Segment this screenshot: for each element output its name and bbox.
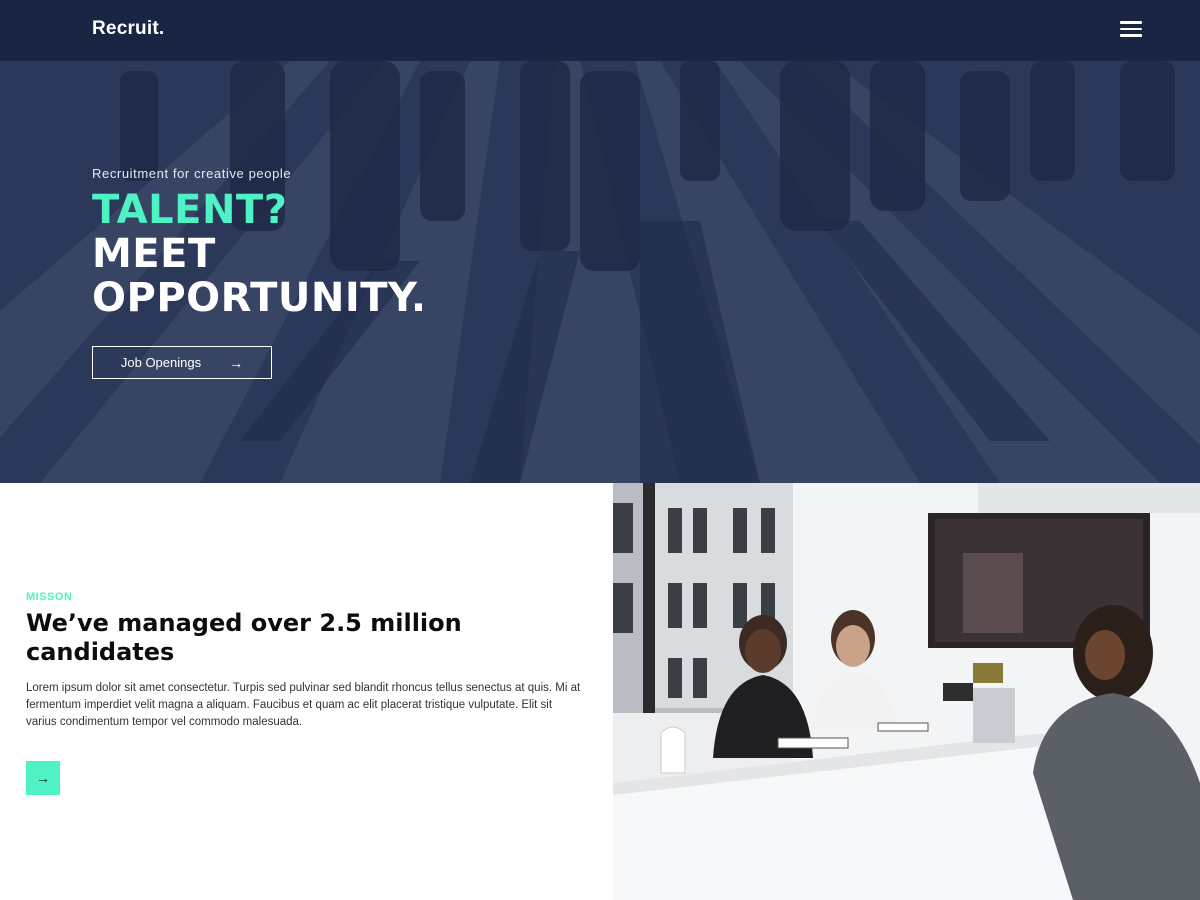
brand-logo[interactable]: Recruit. <box>92 18 164 40</box>
hamburger-menu-icon[interactable] <box>1120 20 1142 38</box>
hero-headline-line1: TALENT? <box>92 187 288 233</box>
hero-headline-line2: MEET <box>92 231 216 277</box>
arrow-right-icon: → <box>229 354 244 371</box>
mission-kicker: MISSON <box>26 591 73 603</box>
mission-title: We’ve managed over 2.5 million candidate… <box>26 609 462 666</box>
mission-section: MISSON We’ve managed over 2.5 million ca… <box>0 483 613 900</box>
office-meeting-illustration <box>613 483 1200 900</box>
job-openings-button[interactable]: Job Openings → <box>92 346 272 379</box>
arrow-right-icon: → <box>36 770 50 786</box>
menu-bar-middle <box>1120 27 1142 30</box>
job-openings-label: Job Openings <box>120 355 202 370</box>
top-navigation-bar: Recruit. <box>0 0 1200 61</box>
mission-arrow-button[interactable]: → <box>26 761 60 795</box>
office-meeting-photo <box>613 483 1200 900</box>
menu-bar-top <box>1120 21 1142 24</box>
hero-headline-line3: OPPORTUNITY. <box>92 275 427 321</box>
mission-body-text: Lorem ipsum dolor sit amet consectetur. … <box>26 682 581 728</box>
hero-section: Recruitment for creative people TALENT? … <box>0 61 1200 483</box>
hero-kicker-text: Recruitment for creative people <box>92 166 292 181</box>
hero-headline: TALENT? MEET OPPORTUNITY. <box>92 188 692 320</box>
menu-bar-bottom <box>1120 34 1142 37</box>
